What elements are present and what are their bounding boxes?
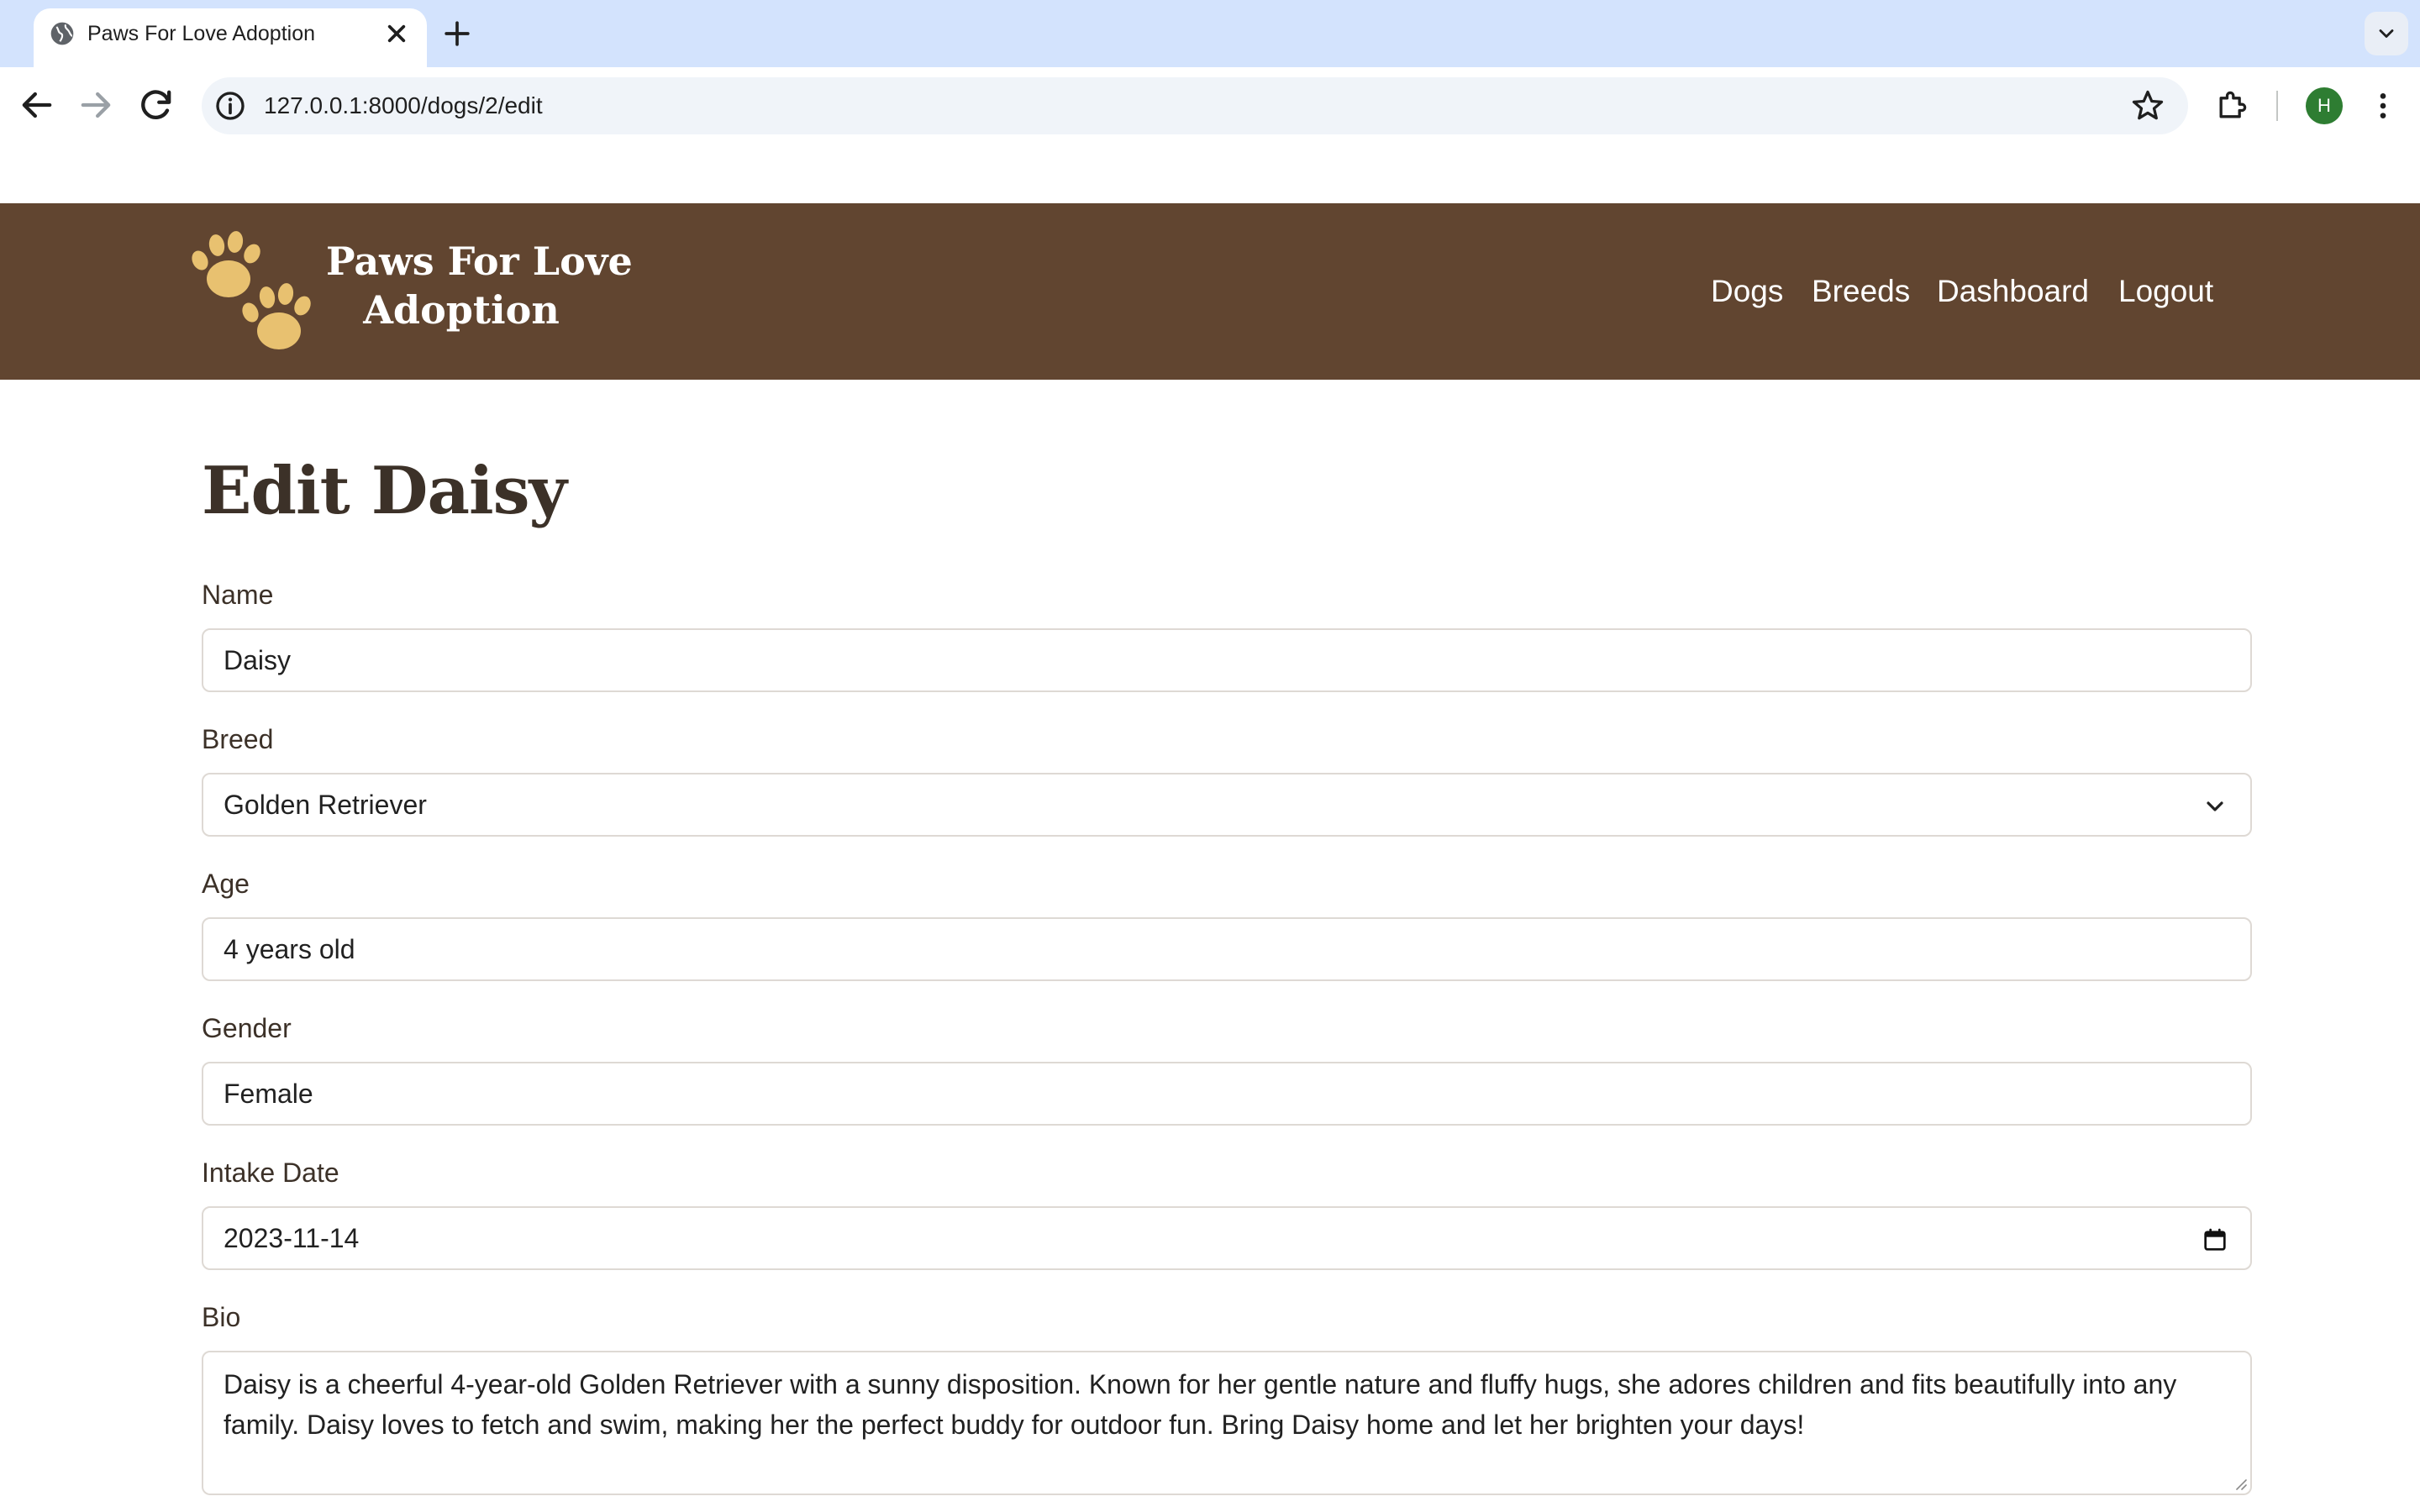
close-icon[interactable] [380, 17, 413, 50]
reload-icon[interactable] [134, 83, 178, 127]
resize-handle-icon[interactable] [2232, 1475, 2247, 1490]
brand-line-2: Adoption [363, 287, 560, 333]
name-input[interactable]: Daisy [202, 628, 2252, 692]
bio-textarea[interactable]: Daisy is a cheerful 4-year-old Golden Re… [202, 1351, 2252, 1495]
more-vert-icon[interactable] [2366, 87, 2400, 124]
gender-label: Gender [202, 1013, 292, 1043]
nav-link-dogs[interactable]: Dogs [1711, 270, 1783, 312]
site-brand[interactable]: Paws For Love Adoption [326, 237, 633, 334]
calendar-icon[interactable] [2202, 1226, 2228, 1253]
toolbar-divider [2276, 91, 2278, 121]
globe-icon [50, 22, 74, 45]
nav-link-logout[interactable]: Logout [2118, 270, 2213, 312]
age-input[interactable]: 4 years old [202, 917, 2252, 981]
page-title: Edit Daisy [202, 453, 567, 529]
breed-select[interactable]: Golden Retriever [202, 773, 2252, 837]
bio-text: Daisy is a cheerful 4-year-old Golden Re… [224, 1369, 2177, 1440]
chevron-down-icon [2379, 29, 2394, 38]
nav-link-dashboard[interactable]: Dashboard [1937, 270, 2089, 312]
back-arrow-icon[interactable] [15, 83, 59, 127]
plus-icon[interactable] [439, 15, 476, 52]
star-icon[interactable] [2129, 87, 2166, 124]
chevron-down-icon [2207, 801, 2223, 811]
breed-selected-value: Golden Retriever [224, 790, 427, 820]
tab-title: Paws For Love Adoption [87, 22, 315, 45]
intake-date-input[interactable]: 2023-11-14 [202, 1206, 2252, 1270]
breed-label: Breed [202, 724, 274, 754]
bio-label: Bio [202, 1302, 241, 1332]
intake-date-label: Intake Date [202, 1158, 339, 1188]
extensions-icon[interactable] [2213, 87, 2250, 124]
name-label: Name [202, 580, 274, 610]
info-icon[interactable] [213, 89, 247, 123]
forward-arrow-icon[interactable] [74, 83, 118, 127]
nav-link-breeds[interactable]: Breeds [1812, 270, 1910, 312]
intake-date-value: 2023-11-14 [224, 1223, 360, 1253]
profile-avatar[interactable]: H [2306, 87, 2343, 124]
tab-search-button[interactable] [2365, 12, 2408, 55]
age-label: Age [202, 869, 250, 899]
gender-input[interactable]: Female [202, 1062, 2252, 1126]
brand-line-1: Paws For Love [326, 239, 633, 284]
url-text[interactable]: 127.0.0.1:8000/dogs/2/edit [264, 89, 543, 123]
paw-icon[interactable] [187, 227, 331, 358]
